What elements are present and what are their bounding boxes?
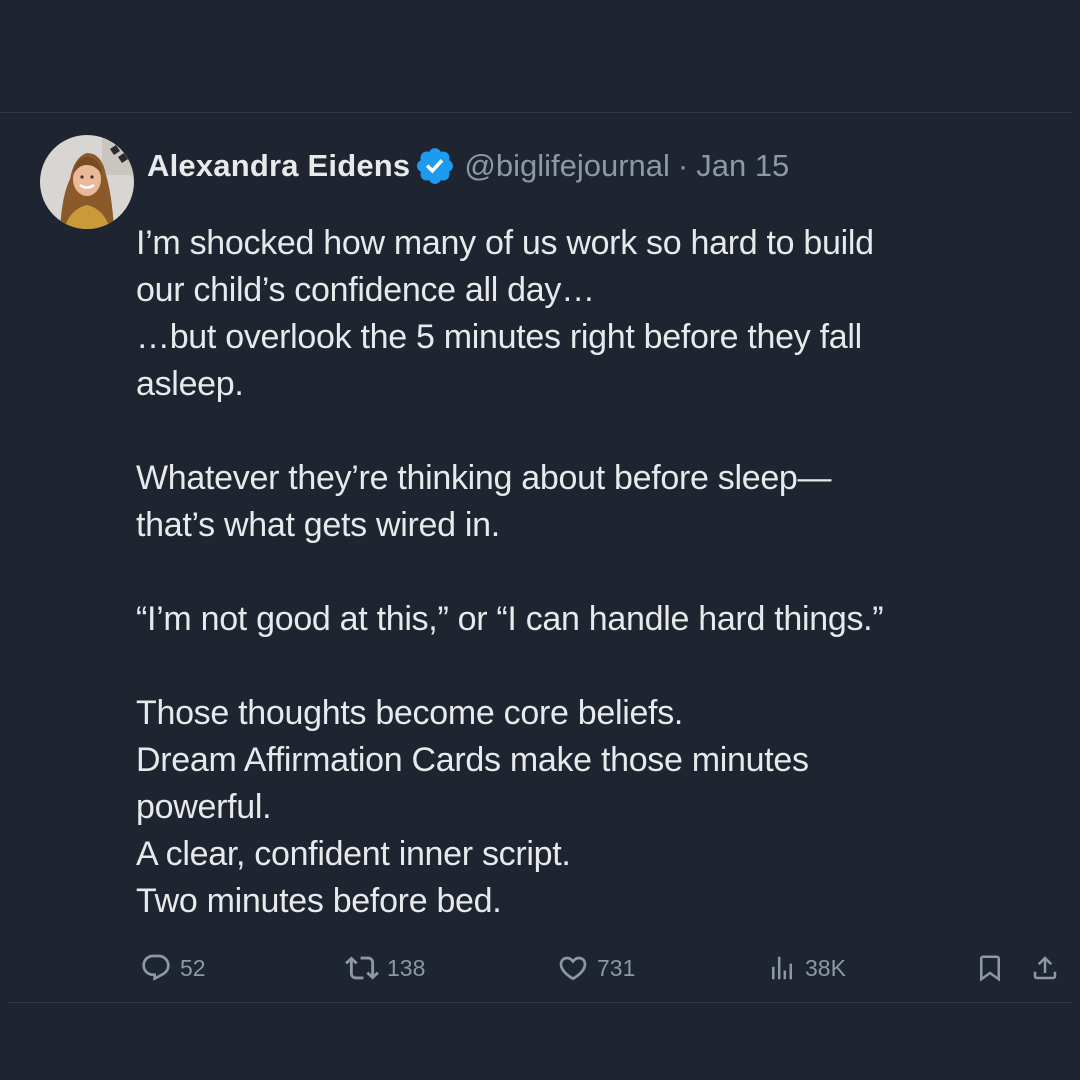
author-avatar[interactable] <box>40 135 134 229</box>
reply-bubble-icon <box>142 954 170 981</box>
tweet-action-bar: 52 138 731 38K <box>0 950 1080 986</box>
verified-badge-icon <box>414 145 456 187</box>
tweet-paragraph: “I’m not good at this,” or “I can handle… <box>136 600 884 638</box>
retweet-button[interactable]: 138 <box>345 950 425 986</box>
reply-button[interactable]: 52 <box>140 950 206 986</box>
retweet-count: 138 <box>387 954 426 981</box>
reply-count: 52 <box>180 954 206 981</box>
like-count: 731 <box>597 954 636 981</box>
share-button[interactable] <box>1030 950 1060 986</box>
bookmark-button[interactable] <box>975 950 1005 986</box>
share-upload-icon <box>1033 956 1057 980</box>
tweet-page: Alexandra Eidens @biglifejournal · Jan 1… <box>0 0 1080 1080</box>
bookmark-icon <box>980 955 1000 982</box>
top-divider <box>0 112 1072 113</box>
tweet-paragraph: Those thoughts become core beliefs. Drea… <box>136 694 809 920</box>
views-count: 38K <box>805 954 846 981</box>
views-bar-chart-icon <box>772 956 792 980</box>
heart-icon <box>559 956 587 981</box>
views-button[interactable]: 38K <box>767 950 846 986</box>
tweet-text: I’m shocked how many of us work so hard … <box>136 220 1036 925</box>
tweet-paragraph: Whatever they’re thinking about before s… <box>136 459 832 544</box>
tweet-header: Alexandra Eidens @biglifejournal · Jan 1… <box>147 144 789 188</box>
tweet-date[interactable]: Jan 15 <box>696 148 789 184</box>
avatar-photo-icon <box>40 135 134 229</box>
header-separator: · <box>677 148 689 183</box>
author-display-name[interactable]: Alexandra Eidens <box>147 148 410 184</box>
like-button[interactable]: 731 <box>557 950 635 986</box>
author-handle[interactable]: @biglifejournal <box>464 148 670 184</box>
tweet-paragraph: I’m shocked how many of us work so hard … <box>136 224 874 403</box>
bottom-divider <box>8 1002 1072 1003</box>
retweet-icon <box>345 956 379 980</box>
